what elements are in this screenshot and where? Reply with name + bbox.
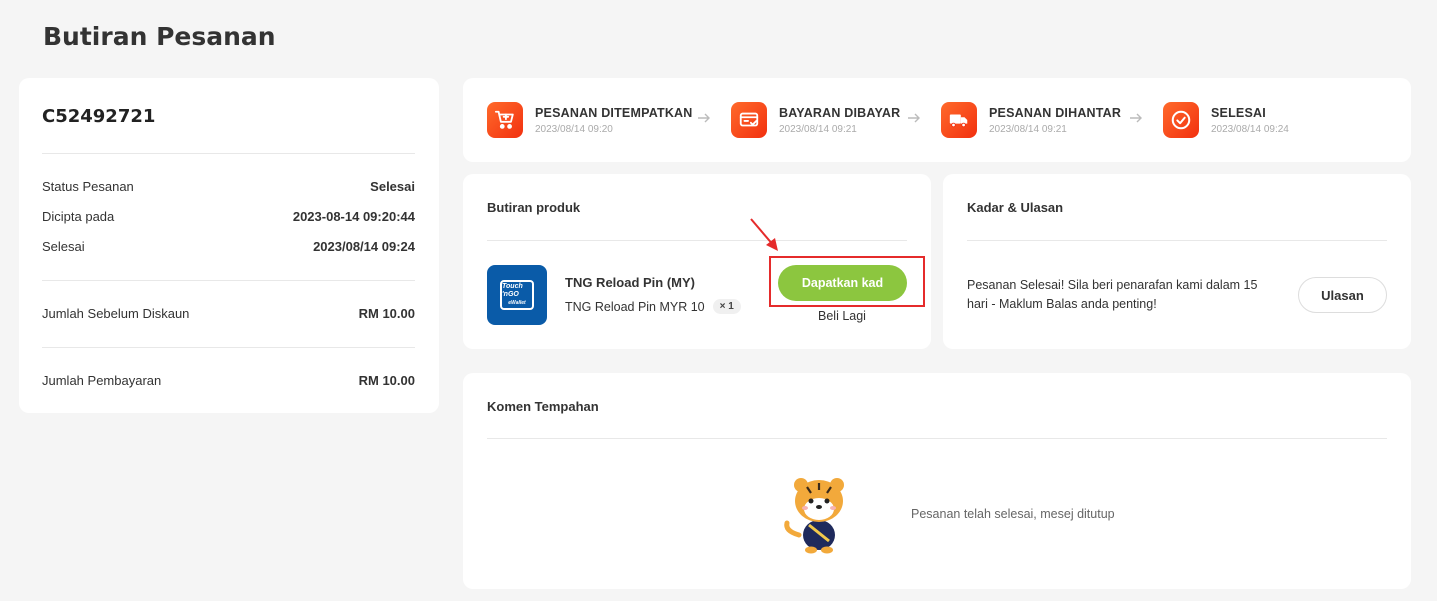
- divider: [42, 153, 415, 154]
- summary-value: RM 10.00: [358, 372, 415, 388]
- summary-row-total: Jumlah Pembayaran RM 10.00: [42, 371, 415, 389]
- divider: [967, 240, 1387, 241]
- summary-label: Status Pesanan: [42, 178, 134, 194]
- step-time: 2023/08/14 09:24: [1211, 123, 1289, 135]
- step-name: PESANAN DITEMPATKAN: [535, 105, 693, 120]
- order-id: C52492721: [42, 106, 156, 127]
- summary-row-created: Dicipta pada 2023-08-14 09:20:44: [42, 207, 415, 225]
- summary-value: 2023-08-14 09:20:44: [292, 208, 415, 224]
- divider: [42, 280, 415, 281]
- summary-row-completed: Selesai 2023/08/14 09:24: [42, 237, 415, 255]
- progress-step-paid: BAYARAN DIBAYAR 2023/08/14 09:21: [731, 102, 900, 138]
- summary-value: RM 10.00: [358, 305, 415, 321]
- progress-step-completed: SELESAI 2023/08/14 09:24: [1163, 102, 1289, 138]
- get-card-button[interactable]: Dapatkan kad: [778, 265, 907, 301]
- check-circle-icon: [1163, 102, 1199, 138]
- buy-again-link[interactable]: Beli Lagi: [818, 309, 866, 323]
- arrow-right-icon: [1130, 113, 1142, 123]
- logo-text: Touch 'nGO: [502, 283, 523, 298]
- product-details-card: Butiran produk Touch 'nGO eWallet TNG Re…: [463, 174, 931, 349]
- pointer-arrow-icon: [750, 218, 778, 251]
- order-comments-card: Komen Tempahan Pesanan telah selesai, me…: [463, 373, 1411, 589]
- variant-label: TNG Reload Pin MYR 10: [565, 299, 705, 314]
- step-time: 2023/08/14 09:20: [535, 123, 613, 135]
- summary-label: Jumlah Pembayaran: [42, 372, 162, 388]
- step-time: 2023/08/14 09:21: [989, 123, 1067, 135]
- summary-value: 2023/08/14 09:24: [313, 238, 415, 254]
- arrow-right-icon: [698, 113, 710, 123]
- arrow-right-icon: [908, 113, 920, 123]
- product-image[interactable]: Touch 'nGO eWallet: [487, 265, 547, 325]
- truck-icon: [941, 102, 977, 138]
- order-summary-card: C52492721 Status Pesanan Selesai Dicipta…: [19, 78, 439, 413]
- summary-row-status: Status Pesanan Selesai: [42, 177, 415, 195]
- page-title: Butiran Pesanan: [43, 22, 276, 51]
- section-title: Komen Tempahan: [487, 399, 599, 414]
- payment-card-icon: [731, 102, 767, 138]
- rating-review-card: Kadar & Ulasan Pesanan Selesai! Sila ber…: [943, 174, 1411, 349]
- summary-label: Selesai: [42, 238, 85, 254]
- step-name: PESANAN DIHANTAR: [989, 105, 1122, 120]
- step-time: 2023/08/14 09:21: [779, 123, 857, 135]
- comments-closed-message: Pesanan telah selesai, mesej ditutup: [911, 507, 1115, 521]
- progress-step-placed: PESANAN DITEMPATKAN 2023/08/14 09:20: [487, 102, 693, 138]
- step-name: BAYARAN DIBAYAR: [779, 105, 901, 120]
- quantity-badge: × 1: [712, 299, 741, 314]
- order-progress-card: PESANAN DITEMPATKAN 2023/08/14 09:20 BAY…: [463, 78, 1411, 162]
- logo-subtext: eWallet: [508, 300, 526, 306]
- divider: [487, 438, 1387, 439]
- rating-message: Pesanan Selesai! Sila beri penarafan kam…: [967, 278, 1258, 311]
- step-name: SELESAI: [1211, 105, 1266, 120]
- summary-label: Dicipta pada: [42, 208, 115, 224]
- tng-logo-icon: Touch 'nGO eWallet: [500, 280, 534, 310]
- product-variant: TNG Reload Pin MYR 10 × 1: [565, 299, 741, 314]
- progress-step-shipped: PESANAN DIHANTAR 2023/08/14 09:21: [941, 102, 1121, 138]
- summary-label: Jumlah Sebelum Diskaun: [42, 305, 190, 321]
- review-button[interactable]: Ulasan: [1298, 277, 1387, 313]
- divider: [487, 240, 907, 241]
- summary-row-subtotal: Jumlah Sebelum Diskaun RM 10.00: [42, 304, 415, 322]
- cart-icon: [487, 102, 523, 138]
- section-title: Kadar & Ulasan: [967, 200, 1064, 215]
- section-title: Butiran produk: [487, 200, 581, 215]
- product-name[interactable]: TNG Reload Pin (MY): [565, 275, 695, 290]
- tiger-mascot-icon: [784, 478, 844, 554]
- divider: [42, 347, 415, 348]
- summary-value: Selesai: [370, 178, 415, 194]
